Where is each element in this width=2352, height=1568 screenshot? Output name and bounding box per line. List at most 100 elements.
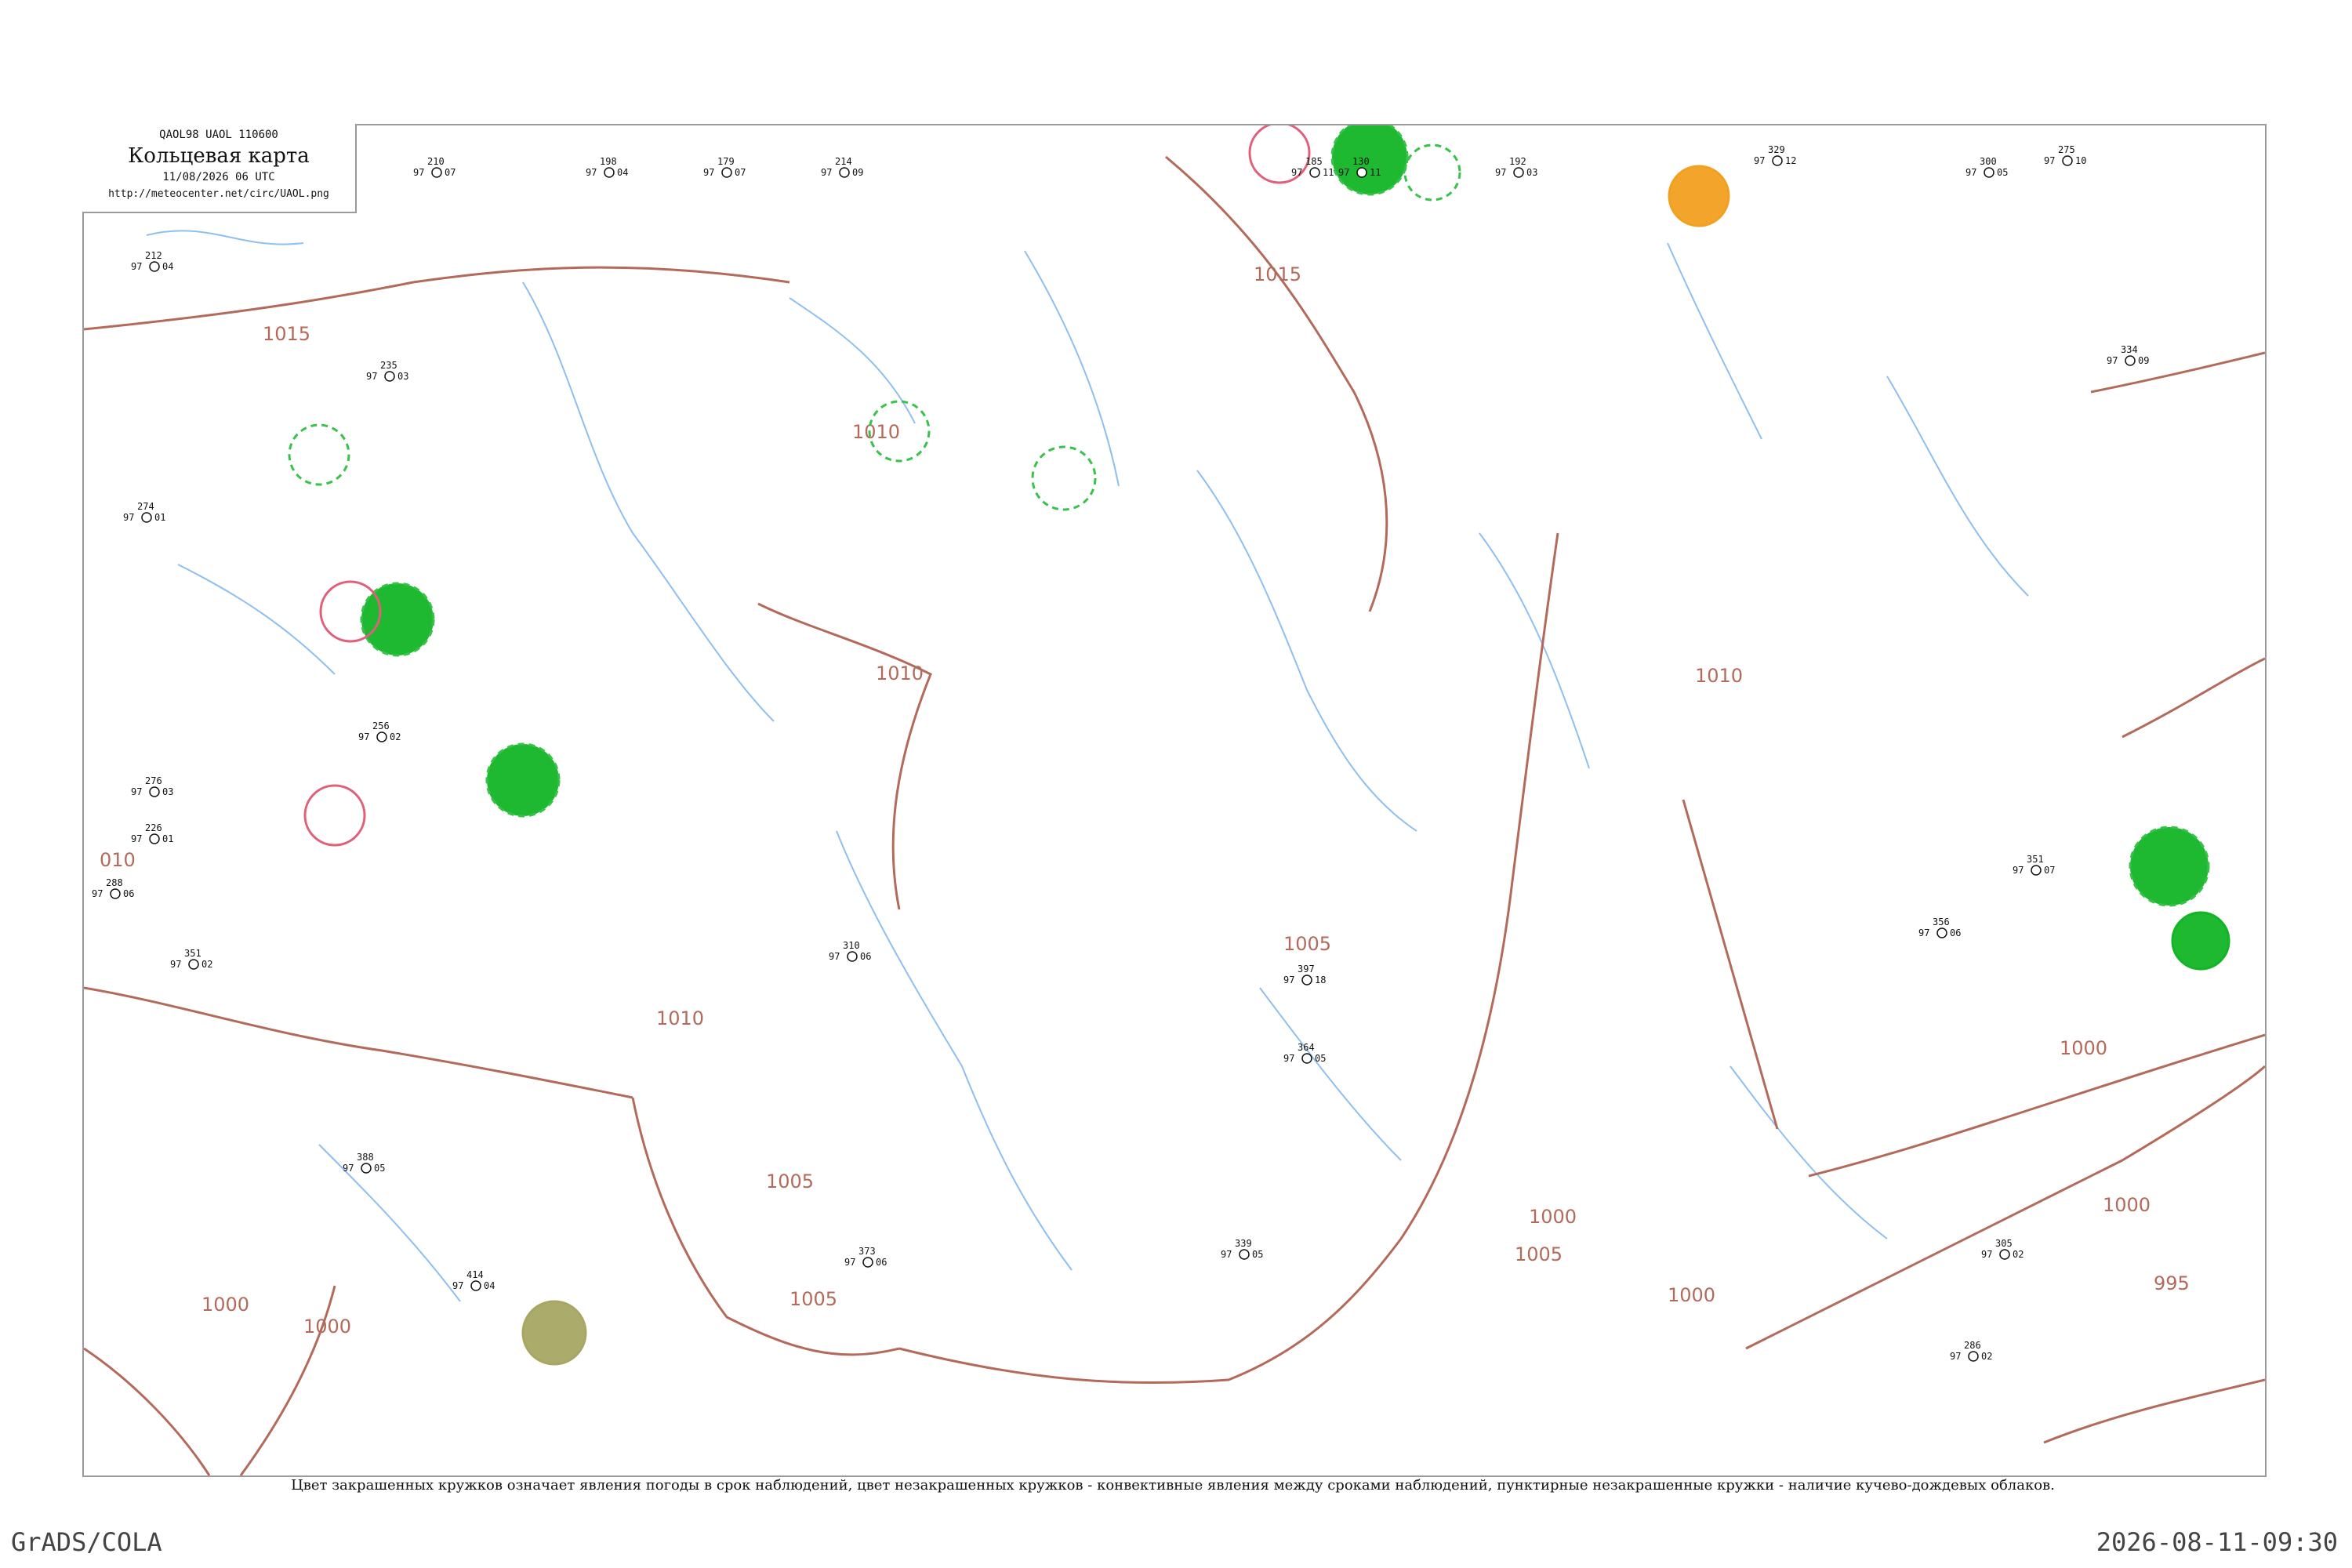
svg-text:275: 275 [2058, 144, 2075, 155]
svg-text:11: 11 [1370, 167, 1381, 178]
river-line [836, 830, 1073, 1271]
svg-text:07: 07 [2044, 865, 2055, 876]
station-marker: 356 97 06 [1918, 916, 1961, 938]
isobar-label: 1000 [2103, 1194, 2151, 1216]
river-line [318, 1144, 461, 1302]
svg-text:02: 02 [1981, 1351, 1992, 1362]
station-marker: 19897 04 [586, 156, 628, 178]
river-line [1259, 987, 1402, 1161]
svg-text:97: 97 [1965, 167, 1976, 178]
isobar-label: 1010 [852, 421, 900, 443]
station-marker: 35197 02 [170, 948, 212, 970]
svg-text:97: 97 [1495, 167, 1506, 178]
svg-text:04: 04 [617, 167, 628, 178]
isobar-label: 1005 [1283, 933, 1331, 955]
station-highlight [2171, 911, 2230, 971]
isobar-line [239, 1285, 336, 1475]
station-marker: 23597 03 [366, 360, 408, 382]
station-marker: 22697 01 [131, 822, 173, 844]
svg-text:356: 356 [1933, 916, 1950, 927]
station-marker: 300 97 05 [1965, 156, 2008, 178]
isobar-line [757, 602, 932, 910]
isobar-label: 1015 [263, 323, 310, 345]
isobar-label: 1005 [789, 1288, 837, 1310]
svg-text:97: 97 [1338, 167, 1349, 178]
svg-text:97: 97 [170, 959, 181, 970]
legend-time: 11/08/2026 06 UTC [162, 171, 275, 183]
svg-text:02: 02 [2013, 1249, 2024, 1260]
station-highlight [1668, 165, 1730, 227]
river-line [146, 230, 304, 245]
station-marker: 21497 09 [821, 156, 863, 178]
svg-text:18: 18 [1315, 975, 1326, 985]
svg-text:97: 97 [413, 167, 424, 178]
isobar-label: 010 [100, 849, 136, 871]
isobar-labels: 1015101510101010 101001010101005100510051… [100, 263, 2190, 1338]
svg-text:192: 192 [1509, 156, 1526, 167]
station-highlight [485, 742, 561, 818]
station-highlight [1403, 143, 1461, 201]
svg-text:03: 03 [1526, 167, 1537, 178]
isobar-line [898, 1238, 1403, 1385]
isobar-line [1745, 1065, 2265, 1350]
svg-text:97: 97 [131, 833, 142, 844]
isobar-line [1165, 155, 1388, 612]
isobar-label: 1000 [1529, 1206, 1577, 1228]
svg-text:276: 276 [145, 775, 162, 786]
map-legend-box: QAOL98 UAOL 110600 Кольцевая карта 11/08… [82, 124, 357, 213]
svg-text:414: 414 [466, 1269, 484, 1280]
river-line [1886, 376, 2029, 597]
svg-text:97: 97 [2013, 865, 2024, 876]
svg-text:01: 01 [162, 833, 173, 844]
legend-codes: QAOL98 UAOL 110600 [159, 129, 278, 141]
station-marker: 21097 07 [413, 156, 456, 178]
station-markers: 21097 0719897 0417997 0721497 0918597 1113097… [92, 125, 2230, 1366]
svg-text:179: 179 [717, 156, 735, 167]
svg-text:97: 97 [1283, 975, 1294, 985]
svg-text:04: 04 [162, 261, 173, 272]
svg-text:97: 97 [343, 1163, 354, 1174]
map-canvas: 1015101510101010 101001010101005100510051… [84, 125, 2265, 1475]
map-caption: Цвет закрашенных кружков означает явлени… [291, 1477, 2055, 1494]
station-marker: 28897 06 [92, 877, 134, 899]
svg-text:305: 305 [1995, 1238, 2013, 1249]
svg-text:274: 274 [137, 501, 154, 512]
svg-text:210: 210 [427, 156, 445, 167]
isobar-line [2122, 657, 2265, 739]
svg-text:02: 02 [201, 959, 212, 970]
isobar-line [84, 266, 790, 331]
svg-text:04: 04 [484, 1280, 495, 1291]
station-highlight [288, 423, 350, 486]
station-marker: 364 97 05 [1283, 1042, 1326, 1064]
station-marker: 27597 10 [2044, 144, 2086, 166]
river-line [789, 297, 916, 424]
svg-text:97: 97 [1283, 1053, 1294, 1064]
svg-text:388: 388 [357, 1152, 374, 1163]
svg-text:310: 310 [843, 940, 860, 951]
svg-text:97: 97 [358, 731, 369, 742]
svg-text:03: 03 [397, 371, 408, 382]
station-marker: 31097 06 [829, 940, 871, 962]
svg-text:05: 05 [374, 1163, 385, 1174]
svg-text:97: 97 [821, 167, 832, 178]
svg-text:02: 02 [390, 731, 401, 742]
map-panel: 1015 1015 1010 1010 1010 010 1010 1005 1005 1005 1… [82, 124, 2267, 1477]
svg-text:11: 11 [1323, 167, 1334, 178]
svg-text:286: 286 [1964, 1340, 1981, 1351]
svg-text:97: 97 [1981, 1249, 1992, 1260]
legend-title: Кольцевая карта [128, 144, 310, 168]
svg-text:97: 97 [123, 512, 134, 523]
footer-left-text: GrADS/COLA [11, 1527, 162, 1557]
svg-text:364: 364 [1298, 1042, 1315, 1053]
station-marker: 17997 07 [703, 156, 746, 178]
svg-text:07: 07 [735, 167, 746, 178]
station-marker: 37397 06 [844, 1246, 887, 1268]
svg-text:97: 97 [366, 371, 377, 382]
river-line [1024, 250, 1120, 487]
svg-text:226: 226 [145, 822, 162, 833]
svg-text:212: 212 [145, 250, 162, 261]
svg-text:06: 06 [1950, 927, 1961, 938]
station-highlight [360, 582, 435, 657]
svg-text:09: 09 [2138, 355, 2149, 366]
isobar-line [631, 1097, 900, 1356]
